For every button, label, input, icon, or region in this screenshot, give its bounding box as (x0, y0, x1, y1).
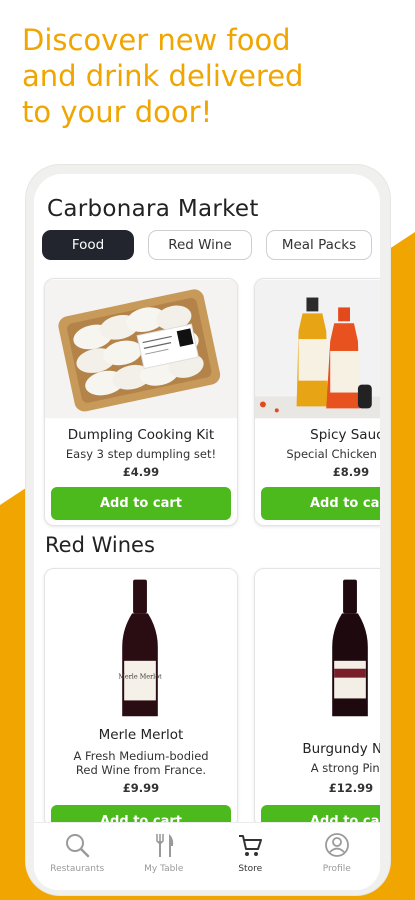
promo-headline: Discover new food and drink delivered to… (22, 22, 402, 130)
cart-icon (239, 835, 263, 856)
tab-label: Store (238, 864, 263, 874)
product-name: Spicy Sauce (310, 427, 380, 443)
burgundy-bottle-image (255, 569, 380, 719)
product-description: Special Chicken Sauce (286, 447, 380, 461)
spicy-sauce-image (255, 279, 380, 419)
tab-store[interactable]: Store (207, 823, 294, 890)
chip-food[interactable]: Food (42, 230, 134, 260)
product-card-spicy-sauce[interactable]: Spicy Sauce Special Chicken Sauce £8.99 … (254, 278, 380, 526)
chip-meal-packs[interactable]: Meal Packs (266, 230, 372, 260)
product-description-line-2: Red Wine from France. (75, 763, 207, 777)
product-description: Easy 3 step dumpling set! (65, 447, 217, 461)
profile-icon (324, 833, 349, 857)
promo-line-3: to your door! (22, 95, 213, 129)
tab-restaurants[interactable]: Restaurants (34, 823, 121, 890)
tab-profile[interactable]: Profile (294, 823, 381, 890)
wine-label-text: Merle Merlot (118, 673, 162, 681)
chip-red-wine[interactable]: Red Wine (148, 230, 252, 260)
product-description-line-1: A strong Pinot (310, 761, 380, 775)
product-description-line-1: A Fresh Medium-bodied (73, 749, 209, 763)
promo-line-2: and drink delivered (22, 59, 304, 93)
product-name: Merle Merlot (98, 727, 184, 743)
category-chips: Food Red Wine Meal Packs (42, 230, 380, 262)
tab-my-table[interactable]: My Table (121, 823, 208, 890)
product-name: Dumpling Cooking Kit (67, 427, 215, 443)
tab-label: Restaurants (50, 864, 105, 874)
store-title: Carbonara Market (47, 196, 259, 222)
search-icon (66, 834, 90, 858)
product-card-burgundy-noir[interactable]: Burgundy Noir A strong Pinot £12.99 Add … (254, 568, 380, 828)
app-screen: Carbonara Market Food Red Wine Meal Pack… (34, 174, 380, 890)
merlot-bottle-image: Merle Merlot (45, 569, 237, 719)
product-price: £12.99 (328, 781, 374, 795)
dumpling-kit-image (45, 279, 237, 419)
product-price: £8.99 (332, 465, 370, 479)
product-price: £4.99 (122, 465, 160, 479)
bottom-tab-bar: Restaurants My Table Store Profile (34, 822, 380, 890)
product-name: Burgundy Noir (302, 741, 380, 757)
promo-line-1: Discover new food (22, 23, 291, 57)
tab-label: Profile (322, 864, 351, 874)
add-to-cart-button[interactable]: Add to cart (51, 487, 231, 520)
cutlery-icon (155, 834, 173, 857)
section-title-red-wines: Red Wines (45, 533, 155, 557)
add-to-cart-button[interactable]: Add to cart (261, 487, 380, 520)
product-card-merle-merlot[interactable]: Merle Merlot Merle Merlot A Fresh Medium… (44, 568, 238, 828)
tab-label: My Table (144, 864, 184, 874)
product-price: £9.99 (122, 781, 160, 795)
product-card-dumpling[interactable]: Dumpling Cooking Kit Easy 3 step dumplin… (44, 278, 238, 526)
